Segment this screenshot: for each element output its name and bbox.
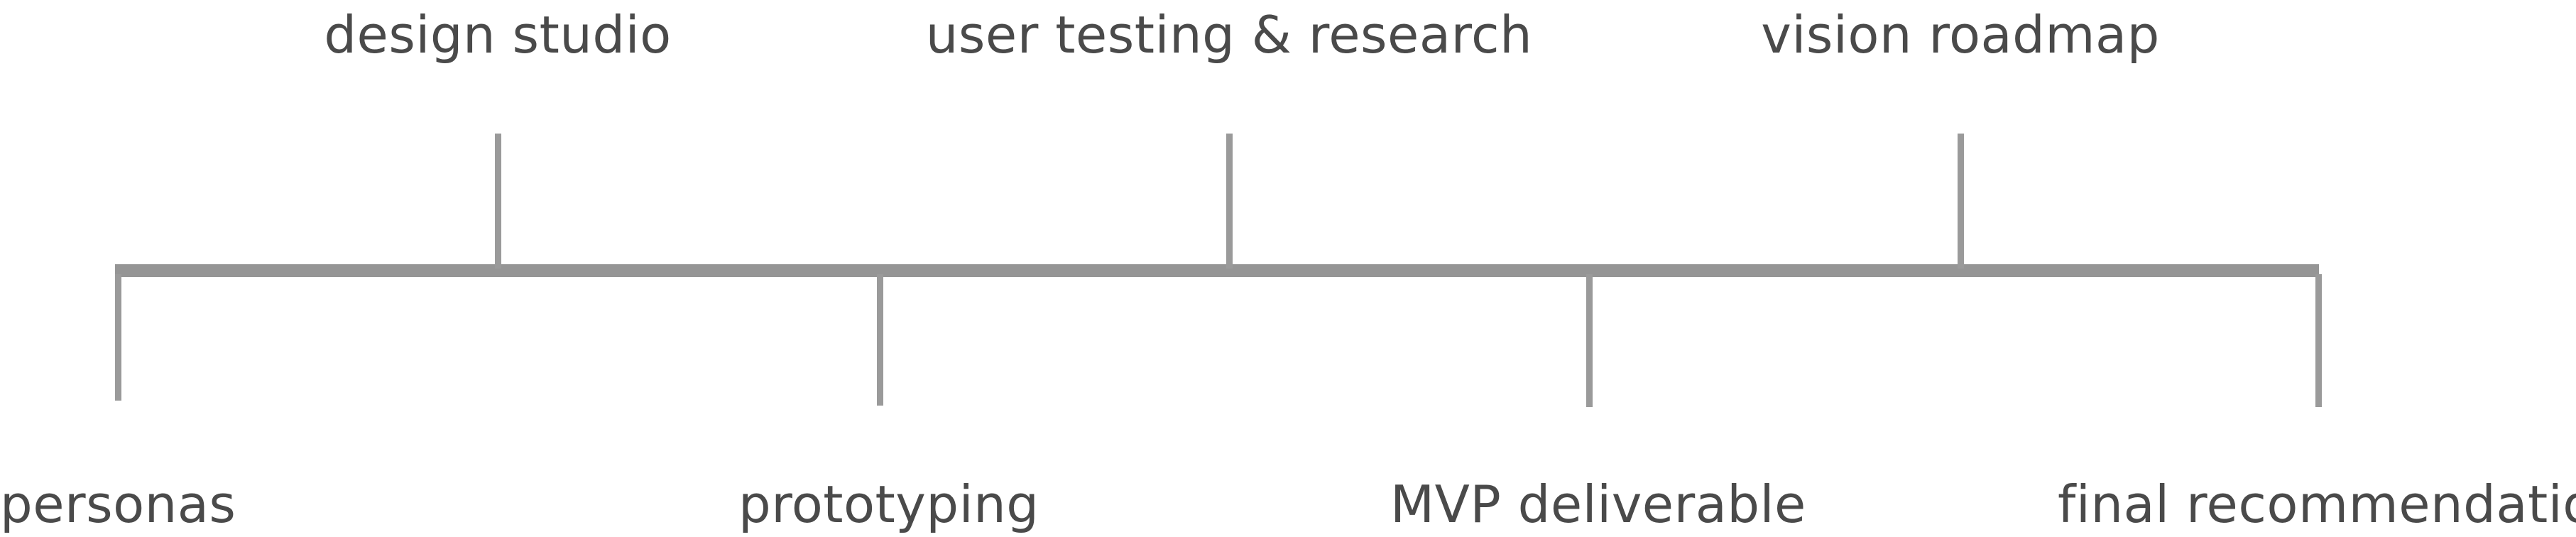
tick-final-recommendation [2315, 274, 2322, 407]
label-final-recommendation: final recommendation [2058, 474, 2576, 534]
timeline-diagram: design studio user testing & research vi… [0, 0, 2576, 537]
label-mvp-deliverable: MVP deliverable [1390, 474, 1806, 534]
tick-prototyping [877, 274, 883, 406]
tick-mvp-deliverable [1586, 274, 1593, 407]
label-vision-roadmap: vision roadmap [1761, 5, 2160, 65]
tick-user-testing-research [1226, 134, 1233, 268]
tick-vision-roadmap [1958, 134, 1964, 268]
label-prototyping: prototyping [738, 474, 1039, 534]
tick-personas [115, 274, 121, 401]
label-personas: personas [0, 474, 236, 534]
tick-design-studio [495, 134, 501, 268]
label-user-testing-research: user testing & research [925, 5, 1533, 65]
label-design-studio: design studio [324, 5, 672, 65]
timeline-axis [115, 264, 2319, 277]
